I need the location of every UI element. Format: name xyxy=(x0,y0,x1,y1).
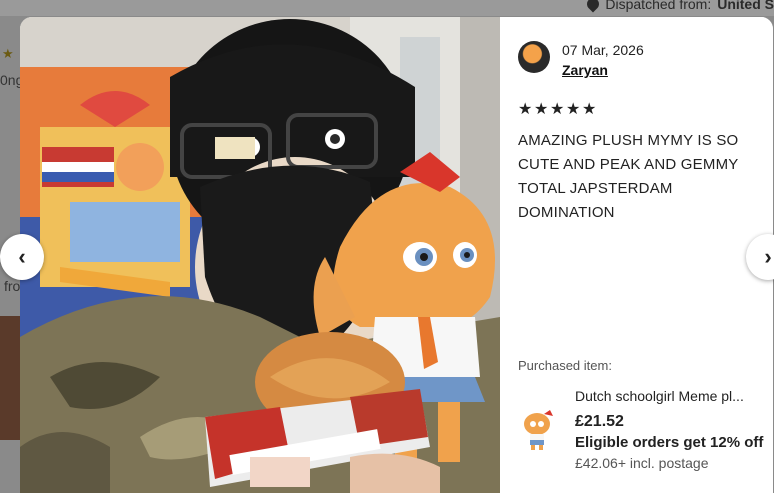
dispatch-prefix: Dispatched from: xyxy=(605,0,712,12)
review-photo-image xyxy=(20,17,500,493)
purchased-item-promo: Eligible orders get 12% off xyxy=(575,434,764,451)
purchased-item-shipping: £42.06+ incl. postage xyxy=(575,455,709,471)
star-icon: ★ xyxy=(550,101,565,118)
dispatch-location: United S xyxy=(717,0,774,12)
review-photo xyxy=(20,17,500,493)
star-icon: ★ xyxy=(566,101,581,118)
background-star-icon: ★ xyxy=(2,46,14,61)
previous-photo-button[interactable]: ‹ xyxy=(0,234,44,280)
location-pin-icon xyxy=(584,0,602,13)
review-details-panel: 07 Mar, 2026 Zaryan ★ ★ ★ ★ ★ AMAZING PL… xyxy=(500,17,773,493)
chevron-right-icon: › xyxy=(764,244,772,269)
review-photo-modal: 07 Mar, 2026 Zaryan ★ ★ ★ ★ ★ AMAZING PL… xyxy=(20,17,773,493)
purchased-item-thumbnail-image xyxy=(520,410,554,450)
dispatch-info: Dispatched from: United S xyxy=(584,0,774,13)
star-icon: ★ xyxy=(518,101,533,118)
purchased-item-label: Purchased item: xyxy=(518,358,612,373)
review-date: 07 Mar, 2026 xyxy=(562,42,644,58)
purchased-item-thumbnail[interactable] xyxy=(520,410,554,450)
review-text: AMAZING PLUSH MYMY IS SO CUTE AND PEAK A… xyxy=(518,132,739,221)
purchased-item-price: £21.52 xyxy=(575,413,624,430)
rating-stars: ★ ★ ★ ★ ★ xyxy=(518,101,597,118)
purchased-item-title-link[interactable]: Dutch schoolgirl Meme pl... xyxy=(575,388,760,404)
background-text-fragment: fro xyxy=(4,278,21,294)
reviewer-avatar[interactable] xyxy=(518,41,550,73)
chevron-left-icon: ‹ xyxy=(18,244,26,269)
star-icon: ★ xyxy=(534,101,549,118)
reviewer-name-link[interactable]: Zaryan xyxy=(562,62,608,78)
background-thumbnail xyxy=(0,316,20,440)
star-icon: ★ xyxy=(582,101,597,118)
